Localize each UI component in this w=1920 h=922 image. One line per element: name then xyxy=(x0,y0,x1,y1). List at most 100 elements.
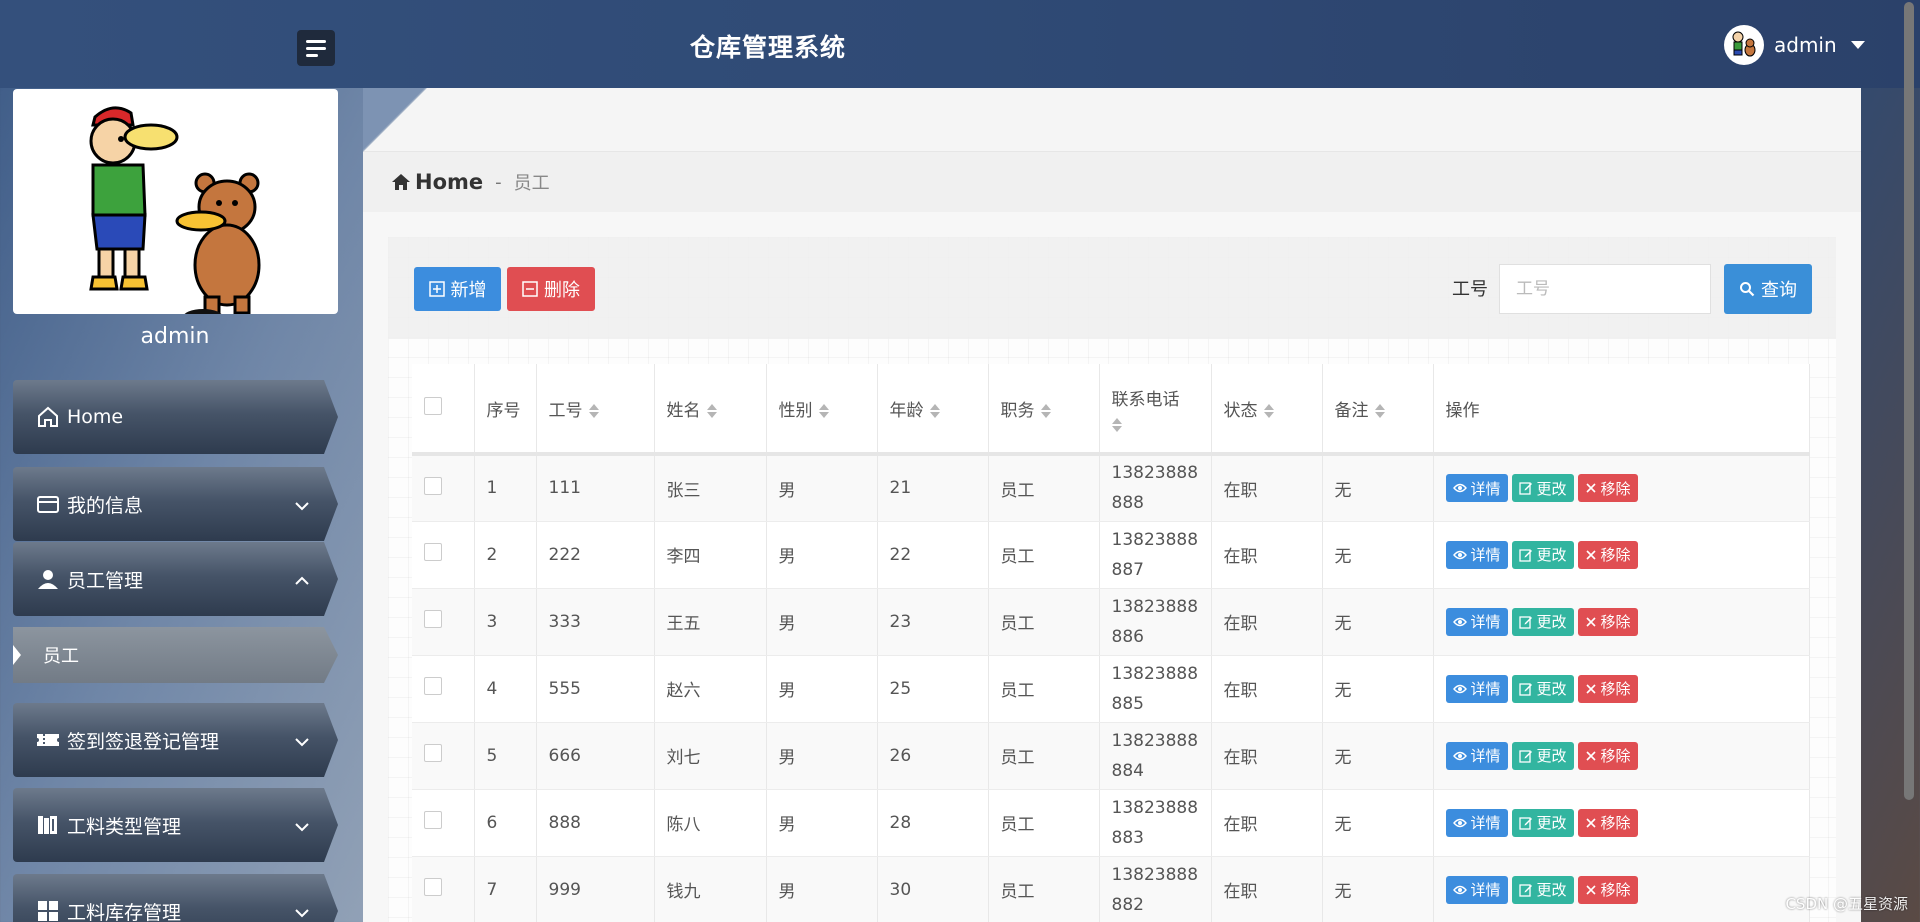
menu-toggle-button[interactable] xyxy=(297,30,335,66)
sidebar-item-checkin-management[interactable]: 签到签退登记管理 xyxy=(13,703,338,777)
select-all-checkbox[interactable] xyxy=(424,396,442,415)
cell-job: 员工 xyxy=(988,454,1100,522)
row-select-cell xyxy=(412,454,475,522)
eye-icon xyxy=(1452,885,1467,894)
cell-phone: 13823888 883 xyxy=(1099,789,1212,857)
cell-name: 陈八 xyxy=(654,789,767,857)
sort-icon[interactable] xyxy=(1040,403,1051,418)
table-row[interactable]: 1 111 张三男 21 员工 13823888 888 在职无详情 更改 移除 xyxy=(412,454,1810,522)
detail-button[interactable]: 详情 xyxy=(1445,875,1508,904)
cell-no: 4 xyxy=(474,655,537,723)
chevron-up-icon xyxy=(294,570,310,592)
sort-icon[interactable] xyxy=(818,403,829,418)
sidebar-item-label: 签到签退登记管理 xyxy=(67,730,220,753)
sort-icon[interactable] xyxy=(588,403,599,418)
top-bar: 仓库管理系统 admin xyxy=(0,0,1920,88)
cell-employee-id: 999 xyxy=(536,856,655,922)
main-content: Home - 员工 新增 删除 工号 查询 xyxy=(363,88,1861,922)
employee-id-search-input[interactable] xyxy=(1499,264,1711,314)
delete-button[interactable]: 删除 xyxy=(507,267,595,311)
search-button[interactable]: 查询 xyxy=(1724,264,1812,314)
cell-job: 员工 xyxy=(988,722,1100,790)
column-header[interactable]: 状态 xyxy=(1211,364,1323,456)
remove-button[interactable]: 移除 xyxy=(1577,474,1638,503)
row-checkbox[interactable] xyxy=(424,677,442,695)
cell-status: 在职 xyxy=(1211,454,1323,522)
cell-note: 无 xyxy=(1322,655,1434,723)
edit-icon xyxy=(1518,682,1532,696)
sidebar-item-material-stock-management[interactable]: 工料库存管理 xyxy=(13,874,338,922)
sidebar-item-my-info[interactable]: 我的信息 xyxy=(13,467,338,541)
column-header[interactable]: 性别 xyxy=(766,364,878,456)
row-checkbox[interactable] xyxy=(424,878,442,896)
sort-icon[interactable] xyxy=(1111,417,1122,432)
table-row[interactable]: 7 999 钱九男 30 员工 13823888 882 在职无详情 更改 移除 xyxy=(412,856,1810,922)
row-checkbox[interactable] xyxy=(424,476,442,495)
table-row[interactable]: 6 888 陈八男 28 员工 13823888 883 在职无详情 更改 移除 xyxy=(412,789,1810,857)
home-icon xyxy=(392,174,410,190)
cell-note: 无 xyxy=(1322,722,1434,790)
edit-button[interactable]: 更改 xyxy=(1511,540,1574,569)
cell-gender: 男 xyxy=(766,856,878,922)
column-header[interactable]: 年龄 xyxy=(877,364,989,456)
table-row[interactable]: 3 333 王五男 23 员工 13823888 886 在职无详情 更改 移除 xyxy=(412,588,1810,656)
column-header[interactable]: 职务 xyxy=(988,364,1100,456)
detail-button[interactable]: 详情 xyxy=(1445,741,1508,770)
edit-button[interactable]: 更改 xyxy=(1511,741,1574,770)
eye-icon xyxy=(1452,684,1467,693)
detail-button[interactable]: 详情 xyxy=(1445,674,1508,703)
row-checkbox[interactable] xyxy=(424,811,442,829)
sort-icon[interactable] xyxy=(929,403,940,418)
remove-button[interactable]: 移除 xyxy=(1577,607,1638,636)
sidebar-item-employee-management[interactable]: 员工管理 xyxy=(13,542,338,616)
caret-down-icon xyxy=(1850,41,1865,49)
edit-button[interactable]: 更改 xyxy=(1511,474,1574,503)
row-checkbox[interactable] xyxy=(424,610,442,628)
detail-button[interactable]: 详情 xyxy=(1445,540,1508,569)
sidebar-item-material-type-management[interactable]: 工料类型管理 xyxy=(13,788,338,862)
edit-button[interactable]: 更改 xyxy=(1511,875,1574,904)
sidebar-item-home[interactable]: Home xyxy=(13,380,338,454)
close-icon xyxy=(1585,549,1596,560)
page-scrollbar-thumb[interactable] xyxy=(1904,2,1914,800)
close-icon xyxy=(1585,750,1596,761)
avatar-illustration-icon xyxy=(1732,31,1756,57)
detail-button[interactable]: 详情 xyxy=(1445,474,1508,503)
row-checkbox[interactable] xyxy=(424,543,442,561)
close-icon xyxy=(1585,616,1596,627)
table-row[interactable]: 5 666 刘七男 26 员工 13823888 884 在职无详情 更改 移除 xyxy=(412,722,1810,790)
detail-button[interactable]: 详情 xyxy=(1445,808,1508,837)
remove-button[interactable]: 移除 xyxy=(1577,875,1638,904)
cell-phone: 13823888 882 xyxy=(1099,856,1212,922)
cell-phone: 13823888 886 xyxy=(1099,588,1212,656)
cell-employee-id: 888 xyxy=(536,789,655,857)
add-button[interactable]: 新增 xyxy=(414,267,501,311)
sidebar-subitem-employee[interactable]: 员工 xyxy=(13,627,338,683)
sort-icon[interactable] xyxy=(1263,403,1274,418)
ticket-icon xyxy=(35,727,61,753)
edit-button[interactable]: 更改 xyxy=(1511,607,1574,636)
cell-note: 无 xyxy=(1322,856,1434,922)
detail-button[interactable]: 详情 xyxy=(1445,607,1508,636)
remove-button[interactable]: 移除 xyxy=(1577,741,1638,770)
cell-age: 23 xyxy=(877,588,989,656)
chevron-down-icon xyxy=(294,731,310,753)
table-row[interactable]: 2 222 李四男 22 员工 13823888 887 在职无详情 更改 移除 xyxy=(412,521,1810,589)
column-header[interactable]: 联系电话 xyxy=(1099,364,1212,456)
remove-button[interactable]: 移除 xyxy=(1577,540,1638,569)
edit-button[interactable]: 更改 xyxy=(1511,674,1574,703)
remove-button[interactable]: 移除 xyxy=(1577,674,1638,703)
sort-icon[interactable] xyxy=(706,403,717,418)
toolbar: 新增 删除 工号 查询 xyxy=(388,237,1836,339)
sort-icon[interactable] xyxy=(1374,403,1385,418)
table-row[interactable]: 4 555 赵六男 25 员工 13823888 885 在职无详情 更改 移除 xyxy=(412,655,1810,723)
user-menu[interactable]: admin xyxy=(1724,24,1865,66)
breadcrumb-home-link[interactable]: Home xyxy=(391,170,483,194)
edit-button[interactable]: 更改 xyxy=(1511,808,1574,837)
row-checkbox[interactable] xyxy=(424,744,442,762)
cell-employee-id: 333 xyxy=(536,588,655,656)
column-header[interactable]: 工号 xyxy=(536,364,655,456)
column-header[interactable]: 姓名 xyxy=(654,364,767,456)
remove-button[interactable]: 移除 xyxy=(1577,808,1638,837)
column-header[interactable]: 备注 xyxy=(1322,364,1434,456)
